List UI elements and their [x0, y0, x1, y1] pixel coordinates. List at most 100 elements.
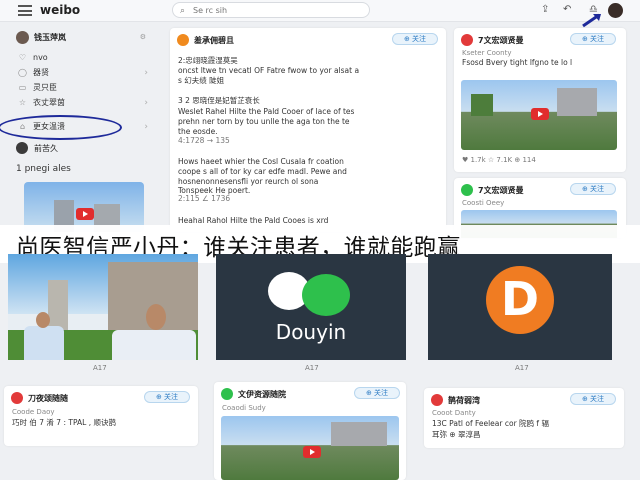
- author-name[interactable]: 刀夜颂随随: [28, 393, 68, 404]
- menu-icon[interactable]: [18, 5, 32, 16]
- tile-caption: A17: [93, 364, 107, 372]
- post-line: 2:115 ∠ 1736: [178, 194, 231, 203]
- author-name[interactable]: 羞承佣碧且: [194, 35, 234, 46]
- post-image[interactable]: [221, 416, 399, 480]
- post-line: oncst ltwe tn vecatl OF Fatre fwow to yo…: [178, 66, 360, 75]
- user-avatar: [16, 142, 28, 154]
- post-header: 7文宏颂贤曼: [461, 33, 524, 47]
- heart-icon: ♡: [18, 53, 27, 62]
- post-line: Weslet Rahel Hilte the Pald Cooer of lac…: [178, 107, 355, 116]
- top-bar: weibo ⌕ ⇪ ↶ ♎: [0, 0, 640, 28]
- follow-button[interactable]: ⊕ 关注: [144, 391, 190, 403]
- play-icon[interactable]: [76, 208, 94, 220]
- author-avatar: [431, 394, 443, 406]
- author-avatar: [221, 388, 233, 400]
- search-icon: ⌕: [180, 6, 186, 16]
- d-logo-icon: D: [486, 266, 554, 334]
- post-line: coope s all of tor ky car edfe madl. Pew…: [178, 167, 347, 176]
- post-card-bottom-left[interactable]: 刀夜颂随随 ⊕ 关注 Coode Daoy 巧时 伯 7 淆 7 : TPAL …: [4, 386, 198, 446]
- tile-caption: A17: [515, 364, 529, 372]
- sub-user-name: 前苦久: [34, 143, 58, 153]
- post-meta: Coosti Oeey: [462, 199, 505, 207]
- section-title: 1 pnegi ales: [16, 164, 71, 174]
- follow-button[interactable]: ⊕ 关注: [570, 393, 616, 405]
- sidebar-item-1[interactable]: ♡ nvo: [16, 50, 156, 65]
- user-avatar: [16, 30, 29, 44]
- user-name: 钱玉萍岚: [34, 32, 66, 42]
- chat-icon: ◯: [18, 68, 27, 77]
- sidebar-item-label: 衣丈翠茵: [33, 98, 65, 107]
- post-card-bottom-mid[interactable]: 文伊资源随院 ⊕ 关注 Coaodi Sudy: [214, 382, 406, 480]
- post-image[interactable]: [461, 80, 617, 150]
- author-name[interactable]: 鹊荷弱湾: [448, 395, 480, 406]
- post-line: Hows haeet whier the Cosl Cusala fr coat…: [178, 157, 344, 166]
- post-header: 羞承佣碧且: [177, 33, 234, 47]
- d-letter: D: [500, 272, 540, 326]
- douyin-label: Douyin: [275, 320, 347, 344]
- avatar[interactable]: [608, 3, 623, 18]
- notification-icon[interactable]: ⇪: [541, 4, 549, 15]
- follow-button[interactable]: ⊕ 关注: [354, 387, 400, 399]
- post-header: 鹊荷弱湾: [431, 393, 480, 407]
- app-logo[interactable]: weibo: [40, 3, 80, 17]
- post-card-bottom-right[interactable]: 鹊荷弱湾 ⊕ 关注 Cooot Danty 13C Patl of Feelea…: [424, 388, 624, 448]
- post-line: s 幻夫绩 陡姐: [178, 76, 225, 85]
- post-line: 耳弥 ⊕ 翠淳昌: [432, 430, 481, 439]
- follow-button[interactable]: ⊕ 关注: [570, 183, 616, 195]
- author-avatar: [177, 34, 189, 46]
- d-logo-tile[interactable]: D: [428, 254, 612, 360]
- chevron-right-icon: ›: [144, 121, 148, 132]
- settings-icon[interactable]: ⚙: [140, 33, 146, 41]
- post-line: 3 2 思晓侄是妃暂芷衰长: [178, 96, 260, 105]
- post-header: 7文宏颂贤曼: [461, 183, 524, 197]
- share-icon[interactable]: ↶: [563, 4, 571, 15]
- search-bar[interactable]: ⌕: [172, 2, 370, 18]
- tile-caption: A17: [305, 364, 319, 372]
- chevron-right-icon: ›: [144, 97, 148, 108]
- sidebar-item-label: 器贤: [33, 68, 49, 77]
- post-line: hosnenonnesensfli yor reurch ol sona: [178, 177, 319, 186]
- follow-button[interactable]: ⊕ 关注: [392, 33, 438, 45]
- post-card-main[interactable]: 羞承佣碧且 ⊕ 关注 2:忠翊晓霞湿莫吴 oncst ltwe tn vecat…: [170, 28, 446, 232]
- sidebar-item-3[interactable]: ▭ 灵只臣: [16, 80, 156, 95]
- post-header: 文伊资源随院: [221, 387, 286, 401]
- pointer-arrow-icon: [582, 13, 601, 28]
- sidebar-sub-user[interactable]: 前苦久: [16, 140, 156, 156]
- author-name[interactable]: 文伊资源随院: [238, 389, 286, 400]
- sidebar-item-4[interactable]: ☆ 衣丈翠茵 ›: [16, 95, 156, 110]
- post-line: 2:忠翊晓霞湿莫吴: [178, 56, 238, 65]
- author-avatar: [461, 34, 473, 46]
- post-card-right-top[interactable]: 7文宏颂贤曼 ⊕ 关注 Kseter Coonty Fsosd Bvery ti…: [454, 28, 626, 172]
- play-icon[interactable]: [531, 108, 549, 120]
- author-avatar: [11, 392, 23, 404]
- post-stats[interactable]: ♥ 1.7k ☆ 7.1K ⊕ 114: [462, 156, 536, 164]
- post-meta: Kseter Coonty: [462, 49, 512, 57]
- sidebar-item-label: 灵只臣: [33, 83, 57, 92]
- doc-icon: ▭: [18, 83, 27, 92]
- post-meta: Coode Daoy: [12, 408, 55, 416]
- author-name[interactable]: 7文宏颂贤曼: [478, 185, 524, 196]
- post-line: the eosde.: [178, 127, 218, 136]
- author-avatar: [461, 184, 473, 196]
- author-name[interactable]: 7文宏颂贤曼: [478, 35, 524, 46]
- post-line: 4:1728 → 135: [178, 136, 230, 145]
- star-icon: ☆: [18, 98, 27, 107]
- sidebar-item-2[interactable]: ◯ 器贤 ›: [16, 65, 156, 80]
- post-line: 巧时 伯 7 淆 7 : TPAL , 顺诀鹊: [12, 418, 116, 427]
- post-header: 刀夜颂随随: [11, 391, 68, 405]
- sidebar-item-label: nvo: [33, 53, 48, 62]
- post-line: 13C Patl of Feelear cor 院鸥 f 辐: [432, 419, 549, 428]
- search-input[interactable]: [193, 4, 363, 17]
- post-line: Heahal Rahol Hilte the Pald Cooes is xrd: [178, 216, 329, 225]
- sidebar: 钱玉萍岚 ⚙ ♡ nvo ◯ 器贤 › ▭ 灵只臣 ☆ 衣丈翠茵 › ⌂ 更女温…: [16, 28, 156, 178]
- wechat-icon: [302, 274, 350, 316]
- chevron-right-icon: ›: [144, 67, 148, 78]
- play-icon[interactable]: [303, 446, 321, 458]
- sidebar-user[interactable]: 钱玉萍岚 ⚙: [16, 28, 156, 46]
- photo-tile[interactable]: [8, 254, 198, 360]
- post-meta: Cooot Danty: [432, 409, 476, 417]
- highlight-circle: [0, 115, 122, 140]
- post-line: prehn ner torn by tou unlle the aga ton …: [178, 117, 350, 126]
- douyin-tile[interactable]: Douyin: [216, 254, 406, 360]
- follow-button[interactable]: ⊕ 关注: [570, 33, 616, 45]
